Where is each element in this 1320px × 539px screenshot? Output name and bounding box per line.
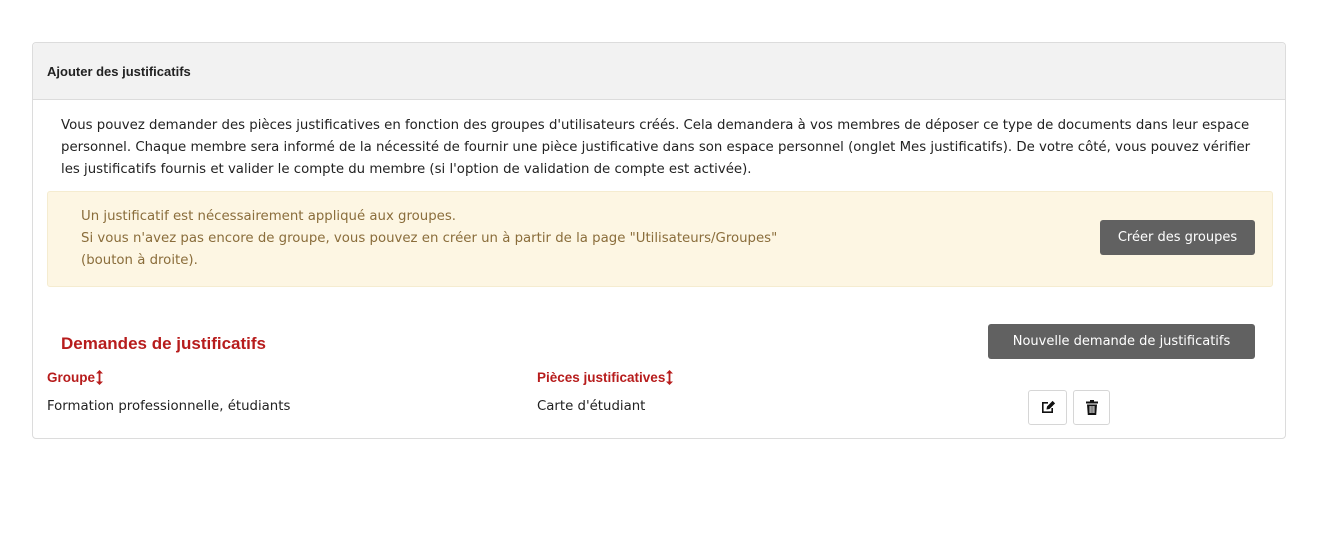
trash-icon <box>1085 400 1098 415</box>
panel-title: Ajouter des justificatifs <box>33 43 1285 100</box>
column-header-group-label: Groupe <box>47 370 96 385</box>
new-request-button[interactable]: Nouvelle demande de justificatifs <box>988 324 1255 359</box>
alert-text: Un justificatif est nécessairement appli… <box>81 206 981 272</box>
justificatifs-panel: Ajouter des justificatifs Vous pouvez de… <box>32 42 1286 439</box>
sort-icon[interactable] <box>666 370 674 385</box>
intro-text: Vous pouvez demander des pièces justific… <box>61 118 1251 177</box>
column-header-group[interactable]: Groupe <box>47 370 104 385</box>
column-header-documents-label: Pièces justificatives <box>537 370 666 385</box>
info-alert: Un justificatif est nécessairement appli… <box>47 191 1273 287</box>
alert-line-1: Un justificatif est nécessairement appli… <box>81 209 457 224</box>
table-cell-group: Formation professionnelle, étudiants <box>47 399 291 414</box>
requests-section-title: Demandes de justificatifs <box>61 334 267 353</box>
sort-icon[interactable] <box>96 370 104 385</box>
column-header-documents[interactable]: Pièces justificatives <box>537 370 674 385</box>
alert-line-3: (bouton à droite). <box>81 253 198 268</box>
edit-icon <box>1041 400 1055 413</box>
edit-button[interactable] <box>1028 390 1067 425</box>
delete-button[interactable] <box>1073 390 1110 425</box>
table-cell-documents: Carte d'étudiant <box>537 399 646 414</box>
create-groups-button[interactable]: Créer des groupes <box>1100 220 1255 255</box>
alert-line-2: Si vous n'avez pas encore de groupe, vou… <box>81 231 778 246</box>
